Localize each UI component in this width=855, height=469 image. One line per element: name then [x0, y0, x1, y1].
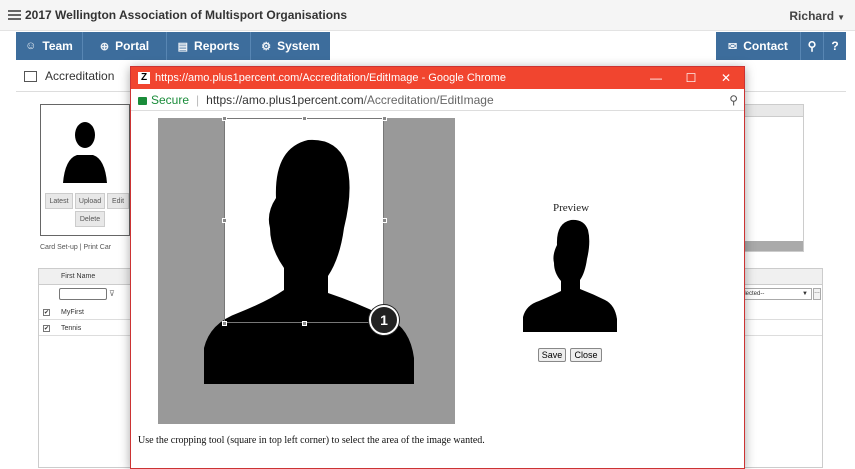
search-icon: ⚲	[807, 39, 817, 53]
delete-label: Delete	[79, 215, 101, 223]
report-icon: ▤	[177, 40, 189, 53]
lock-icon	[138, 96, 147, 105]
popup-window-title: https://amo.plus1percent.com/Accreditati…	[155, 72, 506, 84]
step-callout: 1	[369, 305, 399, 335]
popup-title-bar[interactable]: Z https://amo.plus1percent.com/Accredita…	[131, 67, 744, 89]
close-button[interactable]: Close	[570, 348, 602, 362]
save-label: Save	[541, 350, 563, 360]
row-checkbox[interactable]: ✔	[43, 325, 50, 332]
tab-accreditation-label: Accreditation	[45, 69, 115, 83]
crop-overlay: 1	[158, 116, 455, 424]
row-name: Tennis	[61, 325, 82, 332]
tab-accreditation[interactable]: Accreditation	[16, 62, 122, 90]
app-logo-icon: Z	[138, 72, 150, 84]
nav-team[interactable]: ☺ Team	[16, 32, 82, 60]
nav-contact[interactable]: ✉ Contact	[716, 32, 800, 60]
card-photo-box: Latest Upload Edit Delete	[40, 104, 130, 236]
minimize-icon: —	[650, 71, 662, 85]
user-menu[interactable]: Richard ▼	[789, 9, 845, 23]
mail-icon: ✉	[728, 40, 738, 53]
user-name: Richard	[789, 9, 835, 23]
edit-image-popup: Z https://amo.plus1percent.com/Accredita…	[130, 66, 745, 469]
edit-label: Edit	[111, 197, 125, 205]
app-title: 2017 Wellington Association of Multispor…	[25, 8, 348, 22]
close-label: Close	[574, 350, 598, 360]
address-bar[interactable]: Secure | https://amo.plus1percent.com/Ac…	[131, 89, 744, 111]
help-button[interactable]: ?	[823, 32, 846, 60]
upload-label: Upload	[78, 197, 102, 205]
search-button[interactable]: ⚲	[800, 32, 823, 60]
latest-button[interactable]: Latest	[45, 193, 73, 209]
row-name: MyFirst	[61, 309, 84, 316]
crop-handle-bottom-left[interactable]	[222, 321, 227, 326]
nav-reports-label: Reports	[194, 39, 240, 53]
nav-portal[interactable]: ⊕ Portal	[82, 32, 166, 60]
crop-handle-right[interactable]	[382, 218, 387, 223]
preview-image	[523, 219, 617, 332]
address-divider: |	[196, 92, 200, 107]
latest-label: Latest	[49, 197, 69, 205]
crop-handle-left[interactable]	[222, 218, 227, 223]
nav-system[interactable]: ⚙ System	[250, 32, 330, 60]
card-setup-link[interactable]: Card Set-up	[40, 244, 78, 251]
filter-icon[interactable]: ⊽	[109, 289, 115, 298]
crop-handle-bottom[interactable]	[302, 321, 307, 326]
address-url: https://amo.plus1percent.com/Accreditati…	[206, 93, 494, 107]
nav-portal-label: Portal	[115, 39, 150, 53]
card-links: Card Set-up | Print Car	[40, 244, 111, 251]
delete-button[interactable]: Delete	[75, 211, 105, 227]
maximize-button[interactable]: ☐	[676, 67, 706, 89]
edit-button[interactable]: Edit	[107, 193, 129, 209]
close-window-button[interactable]: ✕	[711, 67, 741, 89]
first-name-header[interactable]: First Name	[61, 273, 95, 280]
save-button[interactable]: Save	[538, 348, 566, 362]
close-icon: ✕	[720, 71, 732, 85]
row-checkbox[interactable]: ✔	[43, 309, 50, 316]
crop-handle-top[interactable]	[302, 116, 307, 121]
id-card-icon	[24, 70, 37, 82]
minimize-button[interactable]: —	[641, 67, 671, 89]
crop-handle-top-right[interactable]	[382, 116, 387, 121]
secure-label: Secure	[151, 92, 190, 107]
url-path: /Accreditation/EditImage	[363, 92, 494, 107]
preview-label: Preview	[553, 202, 590, 214]
chevron-down-icon: ▼	[802, 291, 808, 297]
print-card-link[interactable]: Print Car	[83, 244, 111, 251]
url-host: https://amo.plus1percent.com	[206, 92, 364, 107]
menu-icon[interactable]	[8, 10, 21, 20]
globe-icon: ⊕	[99, 40, 110, 53]
upload-button[interactable]: Upload	[75, 193, 105, 209]
crop-handle-top-left[interactable]	[222, 116, 227, 121]
zoom-icon[interactable]: ⚲	[729, 93, 738, 107]
nav-team-label: Team	[42, 39, 73, 53]
column-options-button[interactable]: …	[813, 288, 821, 300]
gear-icon: ⚙	[261, 40, 272, 53]
crop-instructions: Use the cropping tool (square in top lef…	[138, 435, 485, 446]
help-icon: ?	[831, 39, 839, 53]
nav-system-label: System	[277, 39, 320, 53]
main-nav: ☺ Team ⊕ Portal ▤ Reports ⚙ System ✉ Contact …	[16, 32, 846, 60]
right-panel	[742, 104, 804, 252]
right-panel-header	[743, 105, 803, 117]
crop-rectangle[interactable]	[224, 118, 384, 323]
nav-contact-label: Contact	[743, 39, 788, 53]
team-icon: ☺	[25, 40, 37, 52]
app-title-bar: 2017 Wellington Association of Multispor…	[0, 0, 855, 31]
avatar-silhouette	[63, 122, 107, 183]
chevron-down-icon: ▼	[837, 13, 845, 22]
maximize-icon: ☐	[685, 71, 697, 85]
column-select[interactable]: elected-- ▼	[738, 288, 812, 300]
right-panel-scrollbar[interactable]	[743, 241, 803, 251]
first-name-filter[interactable]	[59, 288, 107, 300]
nav-reports[interactable]: ▤ Reports	[166, 32, 250, 60]
